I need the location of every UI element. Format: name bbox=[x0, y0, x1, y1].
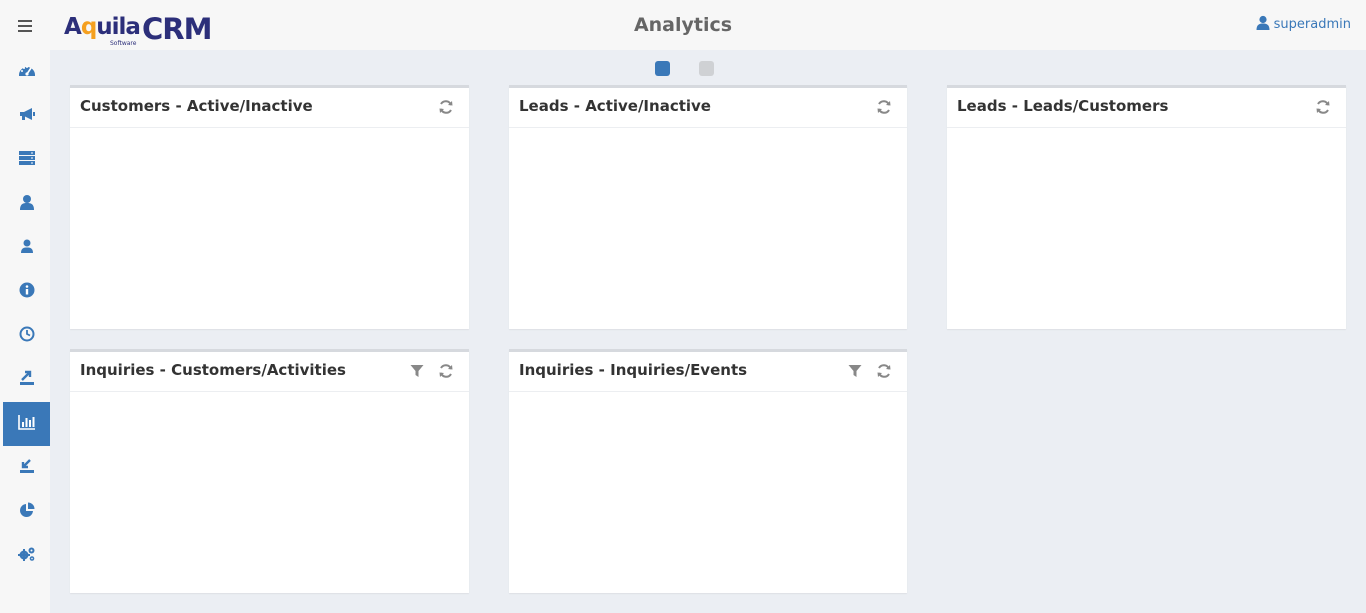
filter-icon[interactable] bbox=[846, 362, 864, 380]
sidebar-item-lists[interactable] bbox=[3, 138, 50, 182]
panel-inquiries-inquiries-events: Inquiries - Inquiries/Events bbox=[509, 349, 907, 593]
panel-title: Inquiries - Inquiries/Events bbox=[519, 361, 748, 379]
page-dot-2[interactable] bbox=[699, 61, 714, 76]
panel-inquiries-customers-activities: Inquiries - Customers/Activities bbox=[70, 349, 469, 593]
refresh-icon[interactable] bbox=[437, 98, 455, 116]
page-title: Analytics bbox=[633, 14, 733, 36]
panel-header: Customers - Active/Inactive bbox=[70, 88, 469, 128]
sidebar-item-history[interactable] bbox=[3, 314, 50, 358]
panel-title: Leads - Leads/Customers bbox=[957, 97, 1169, 115]
sidebar-item-settings[interactable] bbox=[3, 534, 50, 578]
panel-title: Inquiries - Customers/Activities bbox=[80, 361, 346, 379]
sidebar-item-campaigns[interactable] bbox=[3, 94, 50, 138]
settings-icon bbox=[17, 546, 36, 566]
panel-leads-leads-customers: Leads - Leads/Customers bbox=[947, 85, 1346, 329]
refresh-icon[interactable] bbox=[1314, 98, 1332, 116]
refresh-icon[interactable] bbox=[875, 98, 893, 116]
sidebar-item-import[interactable] bbox=[3, 446, 50, 490]
megaphone-icon bbox=[18, 106, 36, 126]
top-header: Aquila Software CRM Analytics superadmin bbox=[0, 0, 1366, 50]
refresh-icon[interactable] bbox=[437, 362, 455, 380]
sidebar-item-customers[interactable] bbox=[3, 182, 50, 226]
panel-title: Leads - Active/Inactive bbox=[519, 97, 711, 115]
page-dot-1[interactable] bbox=[655, 61, 670, 76]
contact-icon bbox=[19, 238, 35, 258]
refresh-icon[interactable] bbox=[875, 362, 893, 380]
bar-chart-icon bbox=[17, 414, 36, 434]
pie-chart-icon bbox=[19, 502, 35, 522]
panel-leads-active-inactive: Leads - Active/Inactive bbox=[509, 85, 907, 329]
sidebar bbox=[0, 50, 50, 613]
sidebar-item-reports[interactable] bbox=[3, 490, 50, 534]
filter-icon[interactable] bbox=[408, 362, 426, 380]
sidebar-item-info[interactable] bbox=[3, 270, 50, 314]
panel-header: Leads - Active/Inactive bbox=[509, 88, 907, 128]
clock-icon bbox=[19, 326, 35, 346]
sidebar-item-contacts[interactable] bbox=[3, 226, 50, 270]
info-icon bbox=[19, 282, 35, 302]
panel-customers-active-inactive: Customers - Active/Inactive bbox=[70, 85, 469, 329]
user-menu[interactable]: superadmin bbox=[1256, 15, 1351, 34]
panel-title: Customers - Active/Inactive bbox=[80, 97, 313, 115]
panel-header: Inquiries - Inquiries/Events bbox=[509, 352, 907, 392]
panel-header: Leads - Leads/Customers bbox=[947, 88, 1346, 128]
sidebar-item-analytics[interactable] bbox=[3, 402, 50, 446]
username: superadmin bbox=[1273, 17, 1351, 32]
user-icon bbox=[19, 194, 35, 214]
export-icon bbox=[19, 370, 35, 390]
panel-header: Inquiries - Customers/Activities bbox=[70, 352, 469, 392]
sidebar-item-export[interactable] bbox=[3, 358, 50, 402]
import-icon bbox=[19, 458, 35, 478]
sidebar-item-dashboard[interactable] bbox=[3, 50, 50, 94]
user-icon bbox=[1256, 15, 1270, 34]
list-icon bbox=[18, 150, 36, 170]
dashboard-icon bbox=[18, 62, 36, 82]
